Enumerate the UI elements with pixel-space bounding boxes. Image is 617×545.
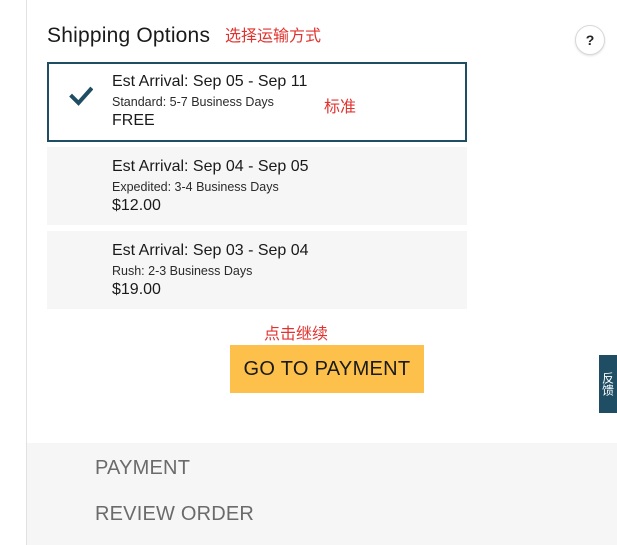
option-details: Est Arrival: Sep 04 - Sep 05 Expedited: …: [112, 157, 309, 216]
annotation-standard: 标准: [324, 97, 357, 116]
annotation-select-shipping: 选择运输方式: [225, 26, 322, 45]
checkout-page: Shipping Options 选择运输方式 ? Est Arrival: S…: [0, 0, 617, 545]
option-details: Est Arrival: Sep 05 - Sep 11 Standard: 5…: [112, 72, 307, 131]
annotation-continue: 点击继续: [264, 324, 329, 343]
option-method: Rush: 2-3 Business Days: [112, 264, 253, 278]
shipping-option-rush[interactable]: Est Arrival: Sep 03 - Sep 04 Rush: 2-3 B…: [47, 231, 467, 309]
checkout-steps: PAYMENT REVIEW ORDER: [27, 443, 617, 545]
checkmark-icon: [69, 86, 93, 106]
option-price: $12.00: [112, 197, 161, 214]
option-price: FREE: [112, 112, 155, 129]
option-method: Expedited: 3-4 Business Days: [112, 180, 279, 194]
option-details: Est Arrival: Sep 03 - Sep 04 Rush: 2-3 B…: [112, 241, 309, 300]
shipping-option-expedited[interactable]: Est Arrival: Sep 04 - Sep 05 Expedited: …: [47, 147, 467, 225]
step-review-order[interactable]: REVIEW ORDER: [95, 503, 254, 526]
step-payment[interactable]: PAYMENT: [95, 457, 190, 480]
option-price: $19.00: [112, 281, 161, 298]
option-arrival: Est Arrival: Sep 04 - Sep 05: [112, 158, 309, 175]
feedback-tab[interactable]: 反馈: [599, 355, 617, 413]
section-title: Shipping Options: [47, 24, 211, 47]
shipping-option-standard[interactable]: Est Arrival: Sep 05 - Sep 11 Standard: 5…: [47, 62, 467, 142]
help-button[interactable]: ?: [575, 25, 605, 55]
option-arrival: Est Arrival: Sep 05 - Sep 11: [112, 73, 308, 90]
go-to-payment-button[interactable]: GO TO PAYMENT: [230, 345, 424, 393]
option-arrival: Est Arrival: Sep 03 - Sep 04: [112, 242, 309, 259]
option-method: Standard: 5-7 Business Days: [112, 95, 274, 109]
